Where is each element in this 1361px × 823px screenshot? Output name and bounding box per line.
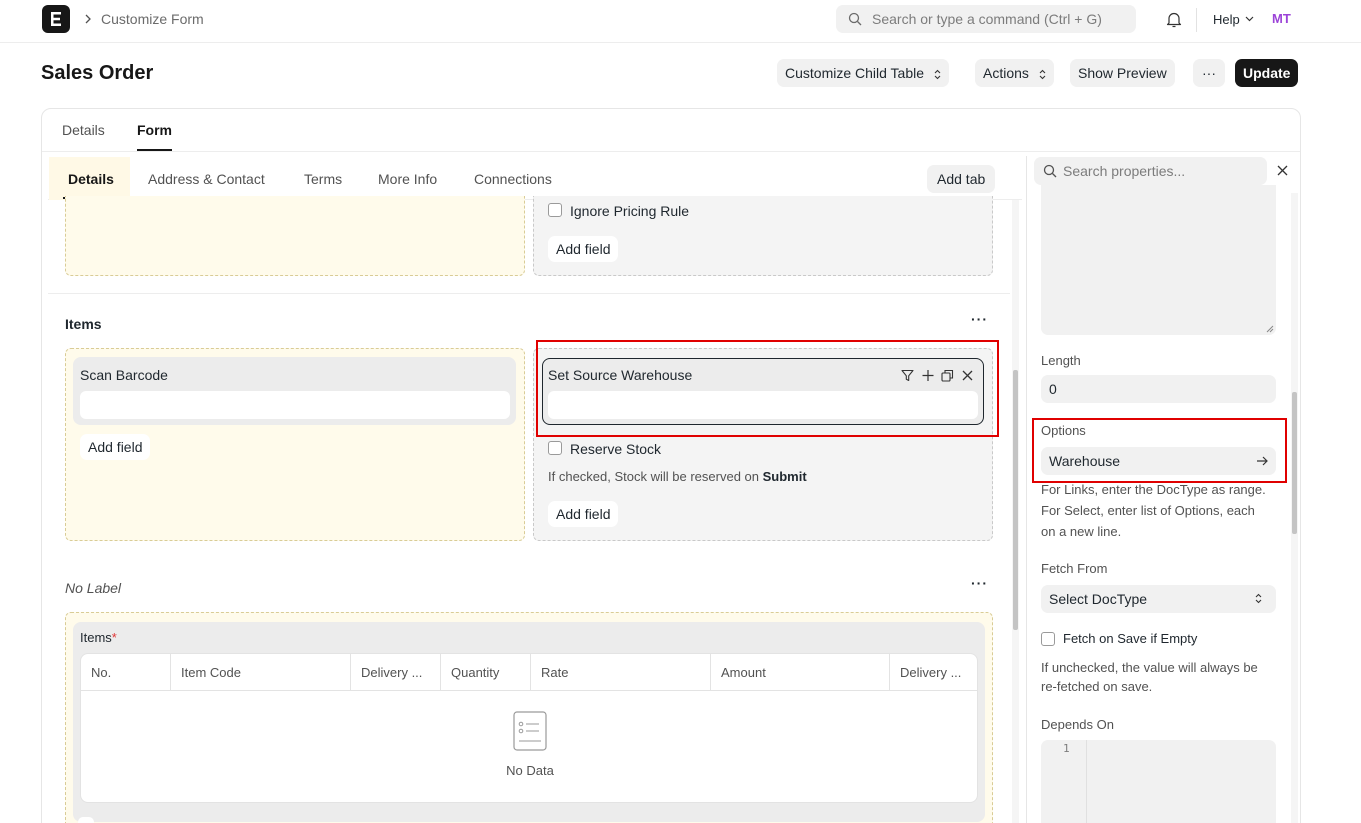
reserve-help-text: If checked, Stock will be reserved on [548,469,759,484]
breadcrumb[interactable]: Customize Form [101,11,204,27]
chevron-right-icon [84,13,92,25]
sort-icon [1039,69,1046,80]
highlight-box-options [1032,418,1287,483]
length-label: Length [1041,353,1081,368]
customize-child-table-button[interactable]: Customize Child Table [777,59,949,87]
chevron-down-icon [1245,16,1254,22]
column-header[interactable]: Amount [711,654,890,691]
items-table-label: Items* [80,630,117,645]
form-tab-terms[interactable]: Terms [304,171,342,187]
search-placeholder: Search or type a command (Ctrl + G) [872,11,1102,27]
length-input[interactable]: 0 [1041,375,1276,403]
column-header[interactable]: No. [81,654,171,691]
navbar-divider [1196,8,1197,32]
fetch-from-value: Select DocType [1049,591,1148,607]
section-column-left [65,196,525,276]
fetch-help-line: re-fetched on save. [1041,679,1153,694]
add-field-button[interactable]: Add field [548,236,619,262]
form-tab-connections[interactable]: Connections [474,171,552,187]
logo-icon [51,12,61,26]
tab-divider [42,151,1300,152]
column-header[interactable]: Quantity [441,654,531,691]
more-options-button[interactable]: ··· [1193,59,1225,87]
section-title-items[interactable]: Items [65,316,102,332]
fetch-from-label: Fetch From [1041,561,1108,576]
search-icon [848,12,862,26]
add-tab-button[interactable]: Add tab [927,165,996,193]
reserve-stock-label: Reserve Stock [570,441,662,457]
ignore-pricing-rule-label: Ignore Pricing Rule [570,203,690,219]
section-title-no-label[interactable]: No Label [65,580,121,596]
sort-icon [1255,593,1262,604]
show-preview-button[interactable]: Show Preview [1070,59,1175,87]
search-properties-input[interactable]: Search properties... [1034,157,1267,185]
depends-on-label: Depends On [1041,717,1114,732]
tab-details[interactable]: Details [62,122,105,138]
empty-state-text: No Data [506,763,554,778]
fetch-from-select[interactable]: Select DocType [1041,585,1276,613]
section-divider [48,293,1010,294]
column-header[interactable]: Delivery ... [890,654,977,691]
app-logo[interactable] [42,5,70,33]
property-textarea[interactable] [1041,185,1276,335]
sidebar-scrollbar-thumb[interactable] [1292,392,1297,534]
update-button[interactable]: Update [1235,59,1299,87]
help-menu[interactable]: Help [1213,12,1240,27]
required-mark: * [111,630,117,645]
scan-barcode-input[interactable] [80,391,510,419]
resize-handle-icon[interactable] [1266,325,1274,333]
avatar[interactable]: MT [1272,11,1291,26]
fetch-on-save-checkbox[interactable] [1041,632,1055,646]
empty-list-icon [513,711,547,751]
depends-on-editor[interactable]: 1 [1041,740,1276,823]
add-row-button[interactable] [78,817,94,823]
add-field-button-right[interactable]: Add field [548,501,619,527]
table-header: No. Item Code Delivery ... Quantity Rate… [81,654,977,691]
fetch-help-line: If unchecked, the value will always be [1041,660,1258,675]
search-properties-placeholder: Search properties... [1063,163,1186,179]
ignore-pricing-rule-checkbox[interactable] [548,203,562,217]
close-properties-icon[interactable] [1277,165,1288,176]
section-menu-icon[interactable]: ··· [971,311,988,327]
column-header[interactable]: Item Code [171,654,351,691]
search-input[interactable]: Search or type a command (Ctrl + G) [836,5,1136,33]
options-help-line: For Select, enter list of Options, each [1041,503,1255,518]
reserve-help-bold: Submit [762,469,807,484]
reserve-stock-help: If checked, Stock will be reserved on Su… [548,469,807,484]
items-table: No. Item Code Delivery ... Quantity Rate… [80,653,978,803]
tab-form[interactable]: Form [137,122,172,138]
column-header[interactable]: Rate [531,654,711,691]
items-table-label-text: Items [80,630,112,645]
customize-child-table-label: Customize Child Table [785,65,925,81]
form-tab-address-contact[interactable]: Address & Contact [148,171,265,187]
reserve-stock-checkbox[interactable] [548,441,562,455]
highlight-box-field [536,340,999,437]
navbar [0,0,1361,43]
fetch-on-save-label: Fetch on Save if Empty [1063,631,1198,646]
options-help-line: For Links, enter the DocType as range. [1041,482,1266,497]
form-tab-more-info[interactable]: More Info [378,171,437,187]
search-icon [1043,164,1057,178]
page-title: Sales Order [41,62,154,84]
scan-barcode-label: Scan Barcode [80,367,168,383]
form-tab-details[interactable]: Details [68,171,114,187]
column-header[interactable]: Delivery ... [351,654,441,691]
add-field-button-left[interactable]: Add field [80,434,151,460]
sidebar-divider [1026,156,1027,823]
section-menu-icon-2[interactable]: ··· [971,575,988,591]
line-number: 1 [1063,742,1070,755]
form-scrollbar-thumb[interactable] [1013,370,1018,630]
actions-label: Actions [983,65,1029,81]
bell-icon[interactable] [1166,11,1182,28]
actions-button[interactable]: Actions [975,59,1054,87]
options-help-line: on a new line. [1041,524,1122,539]
sort-icon [934,69,941,80]
